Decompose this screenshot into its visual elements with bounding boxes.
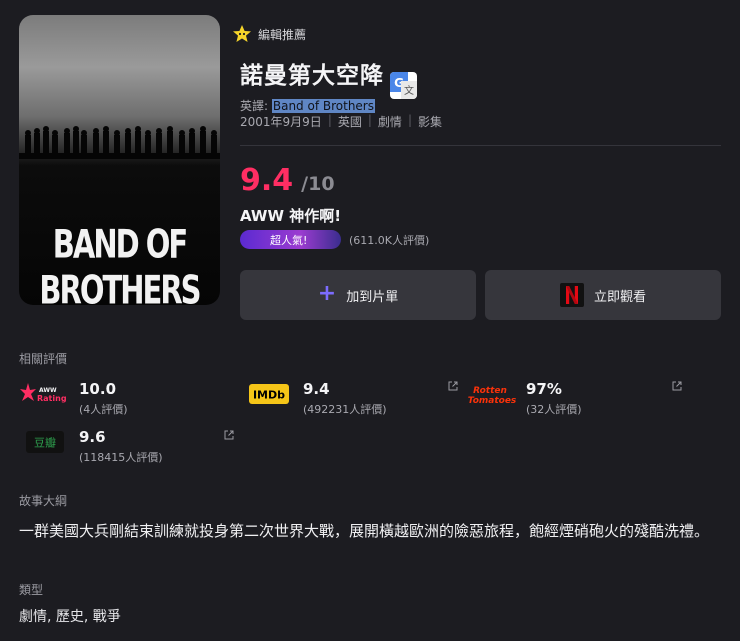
rating-imdb[interactable]: IMDb 9.4 (492231人評價) bbox=[243, 380, 387, 417]
poster-title: BAND OF BROTHERS bbox=[39, 221, 201, 305]
aww-rating-value: 10.0 bbox=[79, 380, 117, 398]
meta-separator: | bbox=[327, 113, 332, 127]
watch-now-label: 立即觀看 bbox=[593, 289, 646, 305]
meta-separator: | bbox=[367, 113, 372, 127]
divider bbox=[240, 145, 721, 146]
rt-rating-count: (32人評價) bbox=[526, 403, 582, 416]
imdb-rating-count: (492231人評價) bbox=[303, 403, 387, 416]
meta-info: 2001年9月9日 | 英國 | 劇情 | 影集 bbox=[240, 113, 442, 130]
editor-pick-badge: 編輯推薦 bbox=[232, 24, 306, 44]
category: 劇情 bbox=[377, 115, 402, 129]
netflix-icon bbox=[559, 283, 584, 307]
ratings-section-label: 相關評價 bbox=[19, 352, 68, 366]
external-link-icon[interactable] bbox=[224, 430, 234, 440]
douban-logo-text: 豆瓣 bbox=[34, 436, 56, 450]
plus-icon: + bbox=[317, 280, 337, 306]
rating-aww[interactable]: AWW Rating 10.0 (4人評價) bbox=[19, 380, 128, 417]
watch-now-button[interactable]: 立即觀看 bbox=[485, 270, 721, 320]
imdb-logo: IMDb bbox=[243, 380, 295, 408]
page-title: 諾曼第大空降 bbox=[240, 63, 384, 89]
synopsis-label: 故事大綱 bbox=[19, 494, 68, 508]
star-badge-icon bbox=[233, 25, 251, 42]
aww-logo-line2: Rating bbox=[37, 394, 67, 403]
meta-separator: | bbox=[407, 113, 412, 127]
rotten-tomatoes-logo: Rotten Tomatoes bbox=[466, 380, 518, 408]
country: 英國 bbox=[337, 115, 362, 129]
rt-logo-line1: Rotten bbox=[473, 386, 507, 396]
douban-logo: 豆瓣 bbox=[19, 428, 71, 456]
review-count: (611.0K人評價) bbox=[349, 233, 430, 247]
genre-list: 劇情, 歷史, 戰爭 bbox=[19, 609, 121, 625]
english-title-text: Band of Brothers bbox=[271, 99, 375, 113]
external-link-icon[interactable] bbox=[672, 381, 682, 391]
imdb-rating-value: 9.4 bbox=[303, 380, 330, 398]
douban-rating-value: 9.6 bbox=[79, 428, 106, 446]
score-value: 9.4 bbox=[240, 163, 294, 198]
add-to-list-button[interactable]: + 加到片單 bbox=[240, 270, 476, 320]
synopsis-text: 一群美國大兵剛結束訓練就投身第二次世界大戰，展開橫越歐洲的險惡旅程，飽經煙硝砲火… bbox=[19, 522, 710, 540]
genre-label: 類型 bbox=[19, 583, 44, 597]
add-to-list-label: 加到片單 bbox=[346, 289, 399, 305]
svg-text:文: 文 bbox=[404, 84, 414, 97]
score-denominator: /10 bbox=[301, 173, 335, 195]
score-label: AWW 神作啊! bbox=[240, 207, 342, 225]
score: 9.4 /10 bbox=[240, 163, 335, 198]
rating-rotten-tomatoes[interactable]: Rotten Tomatoes 97% (32人評價) bbox=[466, 380, 582, 417]
popularity-row: 超人氣! (611.0K人評價) bbox=[240, 230, 429, 249]
rating-douban[interactable]: 豆瓣 9.6 (118415人評價) bbox=[19, 428, 163, 465]
aww-rating-logo: AWW Rating bbox=[19, 380, 71, 408]
rt-logo-line2: Tomatoes bbox=[468, 396, 517, 406]
aww-rating-count: (4人評價) bbox=[79, 403, 128, 416]
popularity-badge: 超人氣! bbox=[240, 230, 341, 249]
poster-image: BAND OF BROTHERS bbox=[19, 15, 220, 305]
release-date: 2001年9月9日 bbox=[240, 115, 322, 129]
english-title-prefix: 英譯: bbox=[240, 99, 272, 113]
media-type: 影集 bbox=[417, 115, 442, 129]
imdb-logo-text: IMDb bbox=[253, 389, 285, 402]
rt-rating-value: 97% bbox=[526, 380, 562, 398]
aww-logo-line1: AWW bbox=[39, 387, 57, 394]
external-link-icon[interactable] bbox=[448, 381, 458, 391]
badge-label: 編輯推薦 bbox=[258, 27, 307, 42]
english-title: 英譯: Band of Brothers bbox=[240, 97, 375, 114]
douban-rating-count: (118415人評價) bbox=[79, 451, 163, 464]
google-translate-icon[interactable]: G 文 bbox=[390, 72, 417, 99]
